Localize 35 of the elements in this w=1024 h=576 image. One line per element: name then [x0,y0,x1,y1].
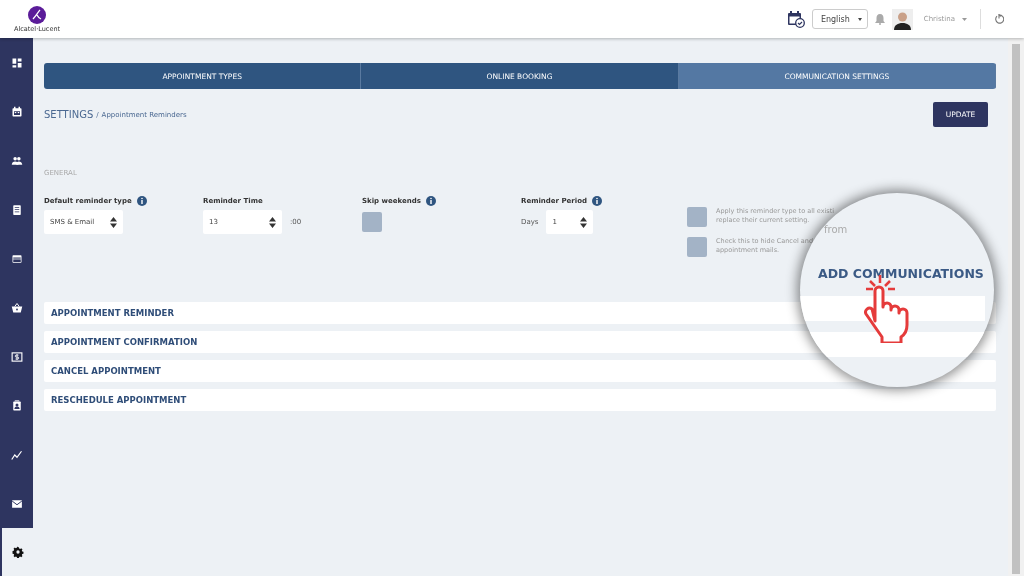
mail-icon [10,497,23,510]
chart-icon [10,448,23,461]
sidebar-item[interactable] [0,38,33,87]
dollar-icon [10,350,23,363]
spinner-arrows-icon[interactable] [269,216,276,228]
avatar-icon[interactable] [891,8,913,30]
card-icon [10,252,23,265]
language-value: English [820,14,850,24]
logo-icon [28,5,47,24]
checkbox[interactable] [687,207,707,227]
accordion-header[interactable]: RESCHEDULE APPOINTMENT [44,389,996,411]
checkbox[interactable] [687,237,707,257]
calendar-icon [10,105,23,118]
sidebar-item[interactable] [0,479,33,528]
scrollbar[interactable] [1012,44,1020,574]
info-icon[interactable] [592,195,602,206]
breadcrumb-section[interactable]: SETTINGS [44,109,94,120]
contact-icon [10,399,23,412]
language-select[interactable]: English [811,9,868,29]
power-icon[interactable] [994,14,1004,24]
info-icon[interactable] [136,195,147,206]
magnified-text: from [824,224,848,235]
basket-icon [10,301,23,314]
checkbox[interactable] [362,212,382,232]
list-icon [10,203,23,216]
spinner-arrows-icon[interactable] [580,216,588,228]
caret-icon[interactable] [962,17,967,21]
people-icon [10,154,23,167]
spinner-arrows-icon[interactable] [110,216,117,228]
gear-icon [11,546,24,558]
caret-icon [857,17,862,21]
add-communications-link[interactable]: ADD COMMUNICATIONS [818,266,984,281]
info-icon[interactable] [425,195,436,206]
calendar-check-icon[interactable] [786,10,805,28]
dashboard-icon [10,56,23,69]
